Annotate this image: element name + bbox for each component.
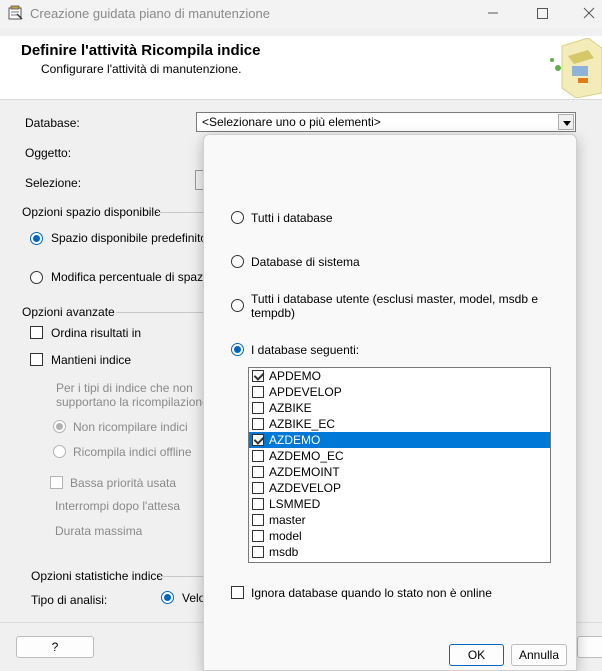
ok-button[interactable]: OK [449, 644, 504, 666]
all-databases-label: Tutti i database [251, 211, 333, 225]
chevron-down-icon[interactable] [558, 114, 574, 130]
low-priority-label: Bassa priorità usata [70, 476, 177, 490]
wizard-app-icon [8, 5, 23, 20]
default-free-space-label: Spazio disponibile predefinito p [51, 231, 203, 245]
list-item[interactable]: AZDEVELOP [249, 480, 550, 496]
sort-results-label: Ordina risultati in [51, 326, 142, 340]
maintenance-wizard-graphic-icon [550, 38, 602, 98]
checkbox[interactable] [252, 514, 264, 526]
list-item[interactable]: AZDEMO_EC [249, 448, 550, 464]
following-databases-label: I database seguenti: [251, 343, 360, 357]
checkbox[interactable] [252, 498, 264, 510]
window-title: Creazione guidata piano di manutenzione [30, 6, 270, 21]
checkbox[interactable] [252, 386, 264, 398]
database-dropdown-value: <Selezionare uno o più elementi> [202, 115, 381, 129]
list-item[interactable]: APDEVELOP [249, 384, 550, 400]
database-listbox[interactable]: APDEMO APDEVELOP AZBIKE AZBIKE_EC AZDEMO… [248, 367, 551, 563]
close-icon[interactable] [578, 3, 600, 23]
database-selection-popup: Tutti i database Database di sistema Tut… [203, 134, 577, 671]
checkbox[interactable] [252, 418, 264, 430]
list-item[interactable]: model [249, 528, 550, 544]
list-item[interactable]: AZDEMOINT [249, 464, 550, 480]
list-item[interactable]: APDEMO [249, 368, 550, 384]
list-item[interactable]: master [249, 512, 550, 528]
statistics-group-divider [160, 576, 203, 577]
index-note-line2: supportano la ricompilazione o [56, 395, 203, 409]
offline-rebuild-label: Ricompila indici offline [73, 445, 192, 459]
maximize-icon[interactable] [531, 3, 553, 23]
page-title: Definire l'attività Ricompila indice [21, 42, 261, 59]
wizard-next-button-partial[interactable] [577, 636, 602, 658]
title-bar: Creazione guidata piano di manutenzione [0, 0, 602, 28]
user-databases-label-line2: tempdb) [251, 306, 296, 320]
object-label: Oggetto: [25, 146, 72, 160]
user-databases-label-line1: Tutti i database utente (esclusi master,… [251, 292, 539, 306]
help-button[interactable]: ? [16, 636, 94, 658]
advanced-group-label: Opzioni avanzate [22, 305, 115, 319]
checkbox[interactable] [252, 482, 264, 494]
list-item[interactable]: AZBIKE_EC [249, 416, 550, 432]
index-note-line1: Per i tipi di indice che non [56, 381, 193, 395]
checkbox[interactable] [252, 402, 264, 414]
user-databases-radio[interactable] [231, 299, 244, 312]
list-item-selected[interactable]: AZDEMO [249, 432, 550, 448]
no-rebuild-label: Non ricompilare indici [73, 420, 188, 434]
checkbox[interactable] [252, 466, 264, 478]
database-dropdown[interactable]: <Selezionare uno o più elementi> [196, 112, 576, 132]
all-databases-radio[interactable] [231, 211, 244, 224]
minimize-icon[interactable] [482, 3, 504, 23]
low-priority-checkbox[interactable] [50, 476, 63, 489]
checkbox-checked[interactable] [252, 434, 264, 446]
ignore-offline-checkbox[interactable] [231, 586, 244, 599]
analysis-type-label: Tipo di analisi: [31, 593, 108, 607]
default-free-space-radio[interactable] [30, 232, 43, 245]
system-databases-label: Database di sistema [251, 255, 360, 269]
offline-rebuild-radio[interactable] [53, 445, 66, 458]
following-databases-radio[interactable] [231, 343, 244, 356]
ignore-offline-label: Ignora database quando lo stato non è on… [251, 586, 492, 600]
list-item[interactable]: msdb [249, 544, 550, 560]
checkbox[interactable] [252, 450, 264, 462]
no-rebuild-radio[interactable] [53, 420, 66, 433]
checkbox[interactable] [252, 530, 264, 542]
percent-free-space-radio[interactable] [30, 271, 43, 284]
max-duration-label: Durata massima [55, 524, 143, 538]
list-item[interactable]: LSMMED [249, 496, 550, 512]
abort-wait-label: Interrompi dopo l'attesa [55, 499, 181, 513]
keep-index-checkbox[interactable] [30, 353, 43, 366]
free-space-group-divider [158, 212, 203, 213]
selection-field[interactable] [195, 170, 203, 190]
database-label: Database: [25, 116, 80, 130]
sort-results-checkbox[interactable] [30, 326, 43, 339]
page-subtitle: Configurare l'attività di manutenzione. [41, 62, 242, 76]
system-databases-radio[interactable] [231, 255, 244, 268]
free-space-group-label: Opzioni spazio disponibile [22, 205, 161, 219]
selection-label: Selezione: [25, 176, 82, 190]
cancel-button[interactable]: Annulla [511, 644, 567, 666]
statistics-group-label: Opzioni statistiche indice [31, 569, 164, 583]
advanced-group-divider [116, 312, 203, 313]
checkbox-checked[interactable] [252, 370, 264, 382]
keep-index-label: Mantieni indice [51, 353, 132, 367]
percent-free-space-label: Modifica percentuale di spazio [51, 270, 203, 284]
checkbox[interactable] [252, 546, 264, 558]
analysis-fast-label: Velo [182, 591, 203, 605]
analysis-fast-radio[interactable] [161, 591, 174, 604]
wizard-header: Definire l'attività Ricompila indice Con… [0, 36, 602, 100]
list-item[interactable]: AZBIKE [249, 400, 550, 416]
